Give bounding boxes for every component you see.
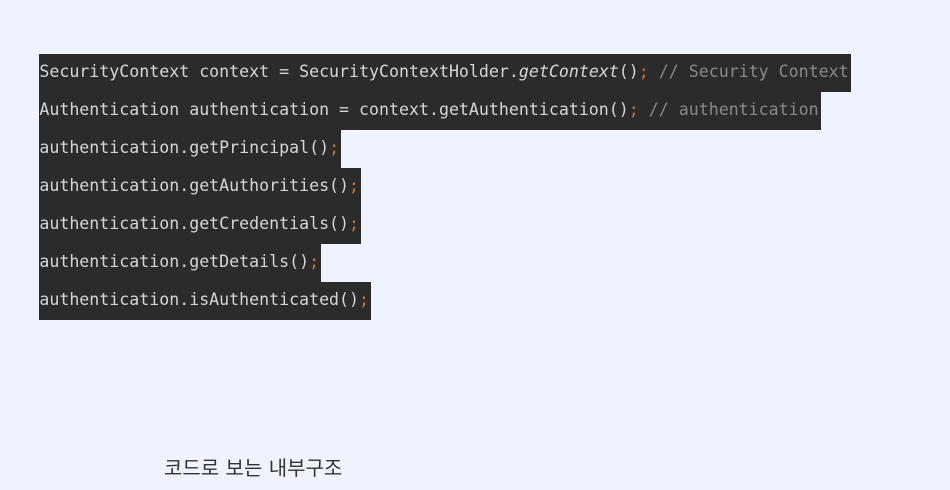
code-line-highlight: authentication.getCredentials();: [39, 206, 362, 244]
code-semicolon: ;: [638, 62, 649, 81]
code-line-highlight: authentication.isAuthenticated();: [39, 282, 372, 320]
code-line-highlight: authentication.getAuthorities();: [39, 168, 362, 206]
code-line-highlight: SecurityContext context = SecurityContex…: [39, 54, 851, 92]
code-semicolon: ;: [349, 176, 360, 195]
code-text: authentication.getAuthorities(): [39, 176, 350, 195]
image-caption: 코드로 보는 내부구조: [164, 456, 343, 480]
code-text: SecurityContext context = SecurityContex…: [39, 62, 519, 81]
code-text: authentication.isAuthenticated(): [39, 290, 360, 309]
code-line-highlight: authentication.getDetails();: [39, 244, 322, 282]
code-semicolon: ;: [349, 214, 360, 233]
code-comment: // authentication: [638, 100, 819, 119]
code-line-get-context: SecurityContext context = SecurityContex…: [19, 16, 851, 92]
code-text: Authentication authentication = context.…: [39, 100, 629, 119]
code-method-italic: getContext: [518, 62, 619, 81]
code-text: (): [618, 62, 639, 81]
code-comment: // Security Context: [648, 62, 849, 81]
code-text: authentication.getDetails(): [39, 252, 310, 271]
code-line-highlight: authentication.getPrincipal();: [39, 130, 342, 168]
code-semicolon: ;: [309, 252, 320, 271]
code-text: authentication.getCredentials(): [39, 214, 350, 233]
code-semicolon: ;: [628, 100, 639, 119]
code-line-highlight: Authentication authentication = context.…: [39, 92, 821, 130]
code-semicolon: ;: [329, 138, 340, 157]
code-semicolon: ;: [359, 290, 370, 309]
code-text: authentication.getPrincipal(): [39, 138, 330, 157]
code-snippet: SecurityContext context = SecurityContex…: [19, 16, 851, 320]
